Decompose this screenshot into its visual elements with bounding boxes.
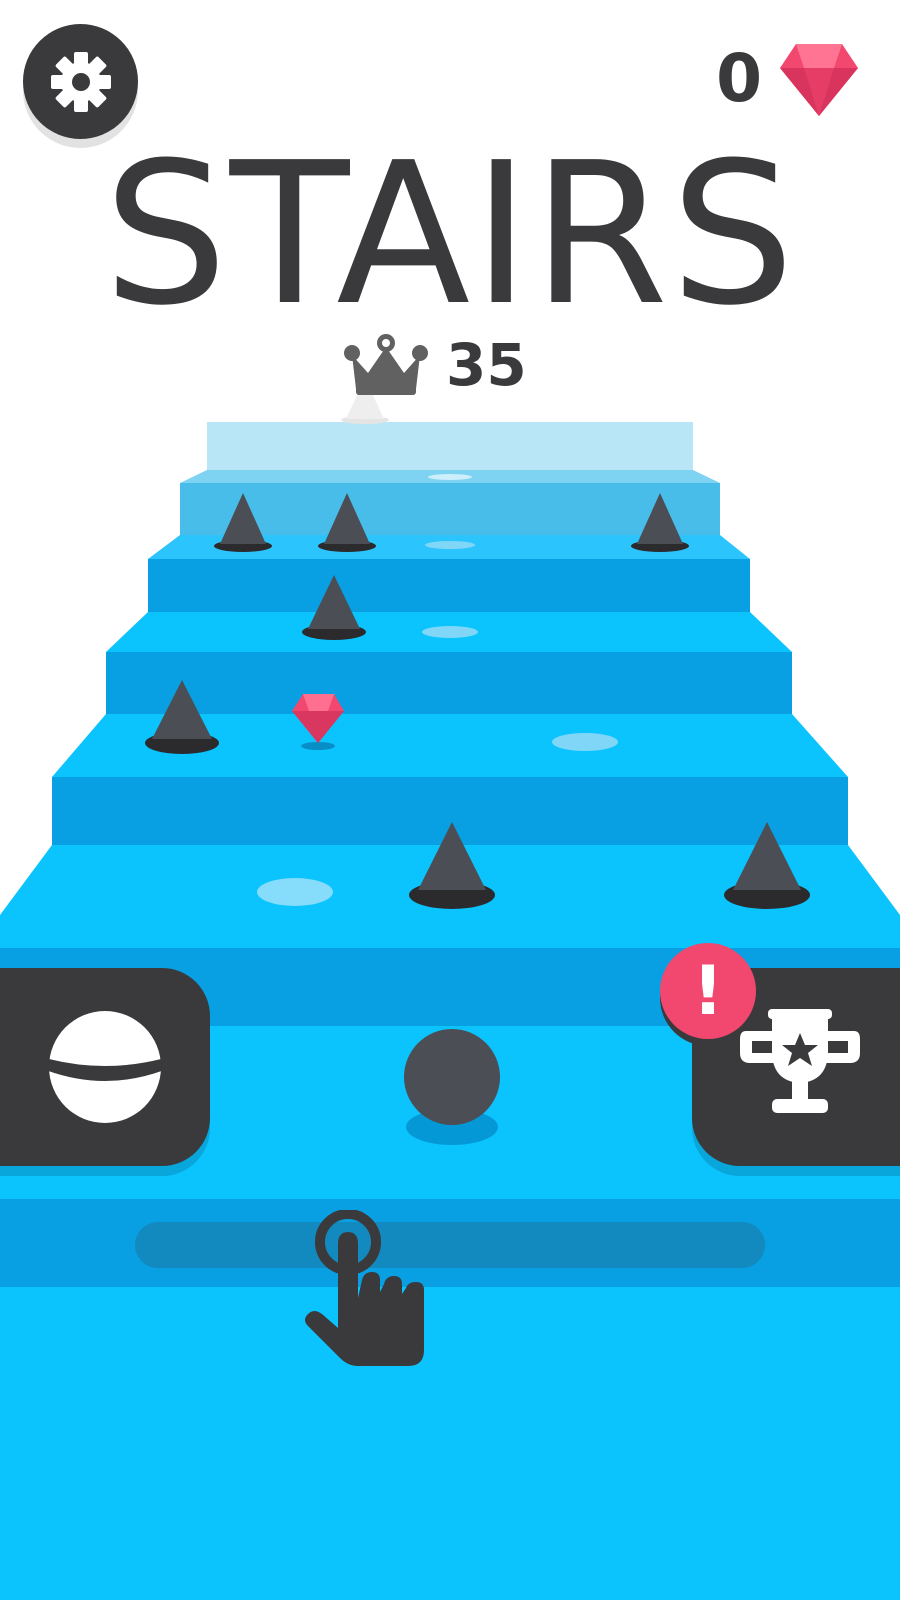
gem-icon (780, 44, 858, 116)
stair-step-front (180, 483, 720, 535)
stair-step-front (106, 652, 792, 714)
skins-button[interactable] (0, 968, 210, 1166)
stair-pad (425, 541, 475, 549)
exclamation-icon[interactable]: ! (660, 943, 756, 1039)
gear-icon (50, 51, 111, 112)
stair-pad (257, 878, 333, 906)
stair-pad (552, 733, 618, 751)
stair-pad (422, 626, 478, 638)
stair-step-front (148, 559, 750, 612)
crown-icon (344, 334, 428, 395)
trophy-icon (740, 1009, 860, 1113)
best-score-value: 35 (446, 331, 527, 399)
game-title: STAIRS (103, 121, 797, 349)
swipe-slider-track[interactable] (135, 1222, 765, 1268)
gem-count: 0 (716, 40, 762, 117)
stair-step-top (207, 422, 693, 470)
stair-pad (428, 474, 472, 480)
stair-step-top (0, 1287, 900, 1600)
player-ball (404, 1029, 500, 1145)
tap-hand-icon (305, 1210, 424, 1366)
game-screen[interactable]: 0 STAIRS 35 ! (0, 0, 900, 1600)
best-score: 35 (340, 330, 527, 400)
ball-skin-icon (47, 1011, 163, 1123)
